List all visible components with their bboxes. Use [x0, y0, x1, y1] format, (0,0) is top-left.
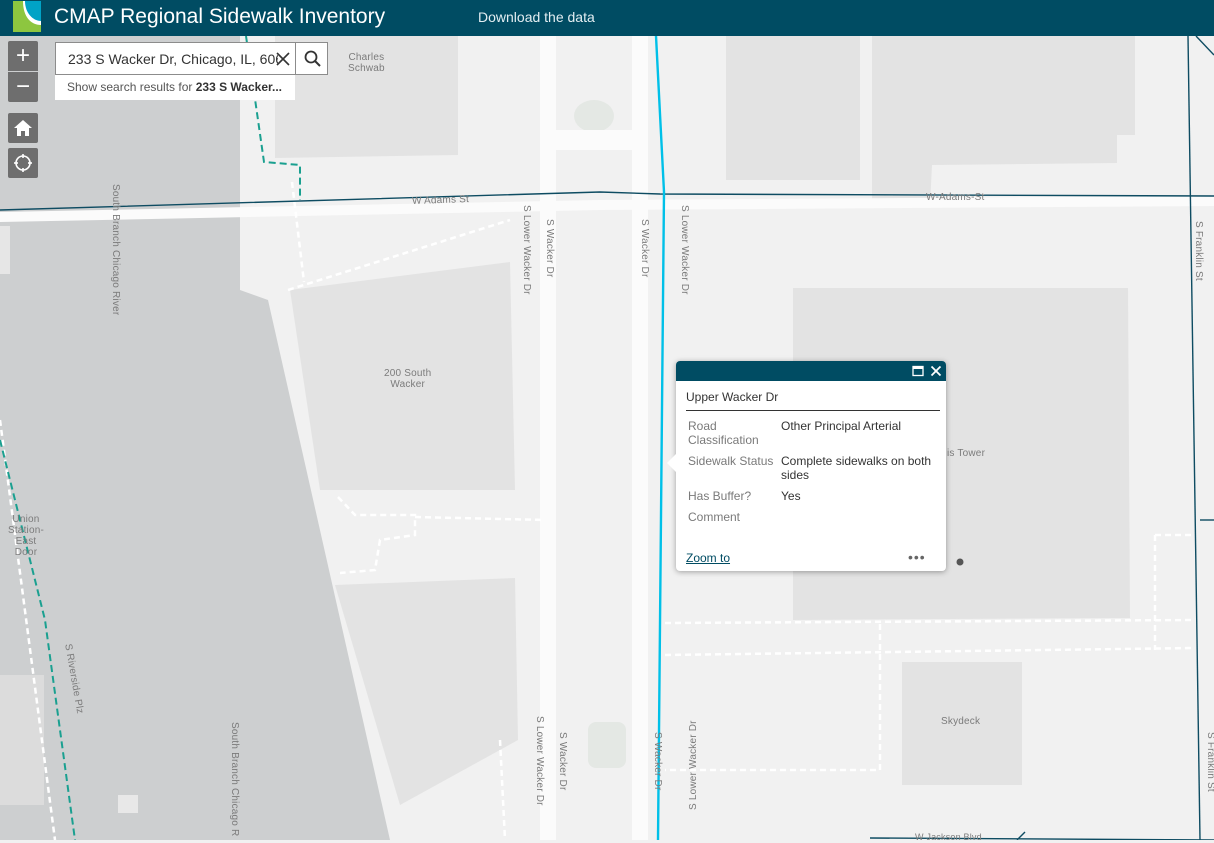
attribute-key: Has Buffer?: [688, 489, 752, 503]
basemap: [0, 36, 1214, 840]
popup-pointer: [667, 453, 677, 473]
app-header: CMAP Regional Sidewalk Inventory Downloa…: [0, 0, 1214, 36]
zoom-in-button[interactable]: +: [8, 41, 38, 71]
attribute-value: Other Principal Arterial: [781, 419, 902, 433]
label-s-lower-wacker-dr-2: S Lower Wacker Dr: [679, 205, 690, 295]
label-south-branch-2: South Branch Chicago R: [229, 722, 240, 837]
attribute-key: Sidewalk Status: [688, 454, 774, 468]
home-icon: [14, 120, 32, 136]
popup-attributes: Road Classification Other Principal Arte…: [688, 419, 941, 531]
home-button[interactable]: [8, 113, 38, 143]
label-s-wacker-dr-4: S Wacker Dr: [652, 732, 663, 791]
map-view[interactable]: Charles Schwab W Adams St W-Adams-St S L…: [0, 36, 1214, 842]
more-actions-button[interactable]: •••: [908, 550, 926, 564]
label-s-franklin-st-2: S Franklin St: [1205, 732, 1214, 792]
attribute-row: Road Classification Other Principal Arte…: [688, 419, 941, 454]
app-title: CMAP Regional Sidewalk Inventory: [54, 5, 386, 28]
attribute-value: Complete sidewalks on both sides: [781, 454, 932, 482]
label-200-south-wacker: 200 South Wacker: [384, 368, 432, 390]
feature-popup: Upper Wacker Dr Road Classification Othe…: [667, 361, 946, 571]
popup-header: [676, 361, 946, 381]
locate-button[interactable]: [8, 148, 38, 178]
attribute-row: Comment: [688, 510, 941, 531]
label-w-adams-st: W Adams St: [411, 194, 470, 207]
label-s-lower-wacker-dr-4: S Lower Wacker Dr: [688, 720, 699, 810]
attribute-key: Road Classification: [688, 419, 759, 447]
label-skydeck: Skydeck: [941, 716, 981, 727]
label-w-adams-st-east: W-Adams-St: [926, 192, 985, 203]
close-popup-icon[interactable]: [929, 364, 943, 378]
suggestion-term: 233 S Wacker...: [195, 80, 282, 94]
cmap-logo-icon: [13, 1, 41, 32]
label-w-jackson-blvd: W Jackson Blvd: [915, 832, 982, 842]
maximize-icon[interactable]: [912, 365, 924, 377]
search-suggestion[interactable]: Show search results for 233 S Wacker...: [55, 75, 295, 100]
suggestion-prefix: Show search results for: [67, 80, 196, 94]
label-s-lower-wacker-dr-3: S Lower Wacker Dr: [534, 716, 545, 806]
attribute-row: Sidewalk Status Complete sidewalks on bo…: [688, 454, 941, 489]
label-s-wacker-dr-2: S Wacker Dr: [639, 219, 650, 278]
label-s-wacker-dr-3: S Wacker Dr: [557, 732, 568, 791]
search-widget: [55, 42, 328, 75]
download-data-link[interactable]: Download the data: [478, 9, 595, 25]
locate-icon: [14, 154, 32, 172]
search-input[interactable]: [56, 43, 278, 74]
label-tower: is Tower: [947, 448, 986, 459]
attribute-key: Comment: [688, 510, 741, 524]
label-s-wacker-dr-1: S Wacker Dr: [544, 219, 555, 278]
attribute-row: Has Buffer? Yes: [688, 489, 941, 510]
search-icon: [304, 50, 321, 67]
attribute-value: Yes: [781, 489, 801, 503]
label-union-station: Union Station-East Door: [7, 514, 45, 558]
label-south-branch-1: South Branch Chicago River: [110, 184, 121, 316]
zoom-out-button[interactable]: −: [8, 72, 38, 102]
label-charles-schwab: Charles Schwab: [348, 52, 385, 74]
zoom-to-link[interactable]: Zoom to: [686, 551, 730, 565]
search-button[interactable]: [295, 42, 328, 75]
attribute-value: [781, 510, 941, 531]
label-s-lower-wacker-dr-1: S Lower Wacker Dr: [521, 205, 532, 295]
popup-title: Upper Wacker Dr: [686, 390, 940, 411]
close-icon: [276, 51, 290, 66]
label-s-franklin-st-1: S Franklin St: [1193, 221, 1204, 281]
clear-search-button[interactable]: [271, 43, 295, 74]
